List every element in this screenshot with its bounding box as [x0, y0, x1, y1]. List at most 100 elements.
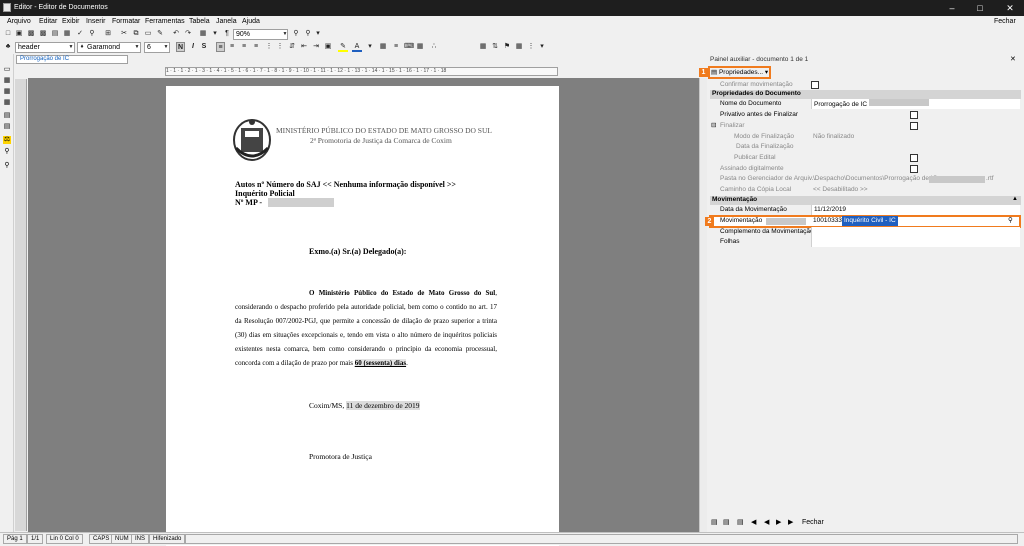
maximize-button[interactable]: □ [966, 0, 994, 16]
menu-ajuda[interactable]: Ajuda [242, 18, 260, 25]
cut-icon[interactable]: ✂ [120, 29, 128, 39]
redo-icon[interactable]: ↷ [184, 29, 192, 39]
signed-checkbox[interactable] [910, 165, 918, 173]
line-spacing-icon[interactable]: ⇵ [288, 42, 296, 52]
tool-icon[interactable]: ▦ [3, 88, 11, 96]
field-icon[interactable]: ⌨ [404, 42, 414, 52]
document-page[interactable]: MINISTÉRIO PÚBLICO DO ESTADO DE MATO GRO… [166, 86, 559, 546]
align-right-icon[interactable]: ≡ [240, 42, 248, 52]
close-window-button[interactable]: ✕ [996, 0, 1024, 16]
tool-icon[interactable]: ⚲ [3, 148, 11, 156]
undo-icon[interactable]: ↶ [172, 29, 180, 39]
first-page-icon[interactable]: ◀ [751, 517, 756, 528]
lines-icon[interactable]: ≡ [392, 42, 400, 52]
menu-ferramentas[interactable]: Ferramentas [145, 18, 185, 25]
menu-editar[interactable]: Editar [39, 18, 57, 25]
close-icon[interactable]: ✕ [1010, 55, 1016, 63]
zoom-in-icon[interactable]: ⚲ [292, 29, 300, 39]
complement-field[interactable] [811, 227, 1020, 237]
next-page-icon[interactable]: ▶ [776, 517, 781, 528]
panel-tool-icon[interactable]: ▤ [737, 517, 744, 528]
pin-icon[interactable]: ⚑ [503, 42, 511, 52]
pages-field[interactable] [811, 237, 1020, 247]
lock-icon[interactable]: ⚖ [3, 136, 11, 144]
merge-icon[interactable]: ⇅ [491, 42, 499, 52]
menu-janela[interactable]: Janela [216, 18, 237, 25]
font-color-icon[interactable]: A [352, 42, 362, 52]
columns-icon[interactable]: ▦ [379, 42, 387, 52]
bold-button[interactable]: N [176, 42, 185, 52]
format-painter-icon[interactable]: ✎ [156, 29, 164, 39]
copy-icon[interactable]: ⧉ [132, 29, 140, 39]
document-name-field[interactable]: Prorrogação de IC [811, 99, 1020, 109]
align-left-icon[interactable]: ≡ [216, 42, 225, 52]
move-value-selected[interactable]: Inquérito Civil - IC [842, 216, 898, 226]
expand-icon[interactable]: ⊟ [711, 121, 716, 131]
highlight-icon[interactable]: ✎ [338, 42, 348, 52]
more-icon[interactable]: ▾ [315, 29, 321, 39]
insert-icon[interactable]: ⊞ [104, 29, 112, 39]
move-date-field[interactable]: 11/12/2019 [811, 205, 1020, 215]
spellcheck-icon[interactable]: ✓ [76, 29, 84, 39]
last-page-icon[interactable]: ▶ [788, 517, 793, 528]
paragraph-style-box[interactable]: Prorrogação de IC [16, 55, 128, 64]
align-center-icon[interactable]: ≡ [228, 42, 236, 52]
horizontal-ruler[interactable]: 1 · 1 · 1 · 2 · 1 · 3 · 1 · 4 · 1 · 5 · … [165, 67, 558, 76]
chevron-down-icon[interactable]: ▾ [367, 42, 373, 52]
symbols-icon[interactable]: ∴ [430, 42, 438, 52]
menu-exibir[interactable]: Exibir [62, 18, 80, 25]
table-dropdown-icon[interactable]: ▾ [211, 29, 219, 39]
italic-button[interactable]: I [189, 42, 197, 52]
more-icon[interactable]: ▾ [539, 42, 545, 52]
tool-icon[interactable]: ▦ [3, 77, 11, 85]
confirm-move-checkbox[interactable] [811, 81, 819, 89]
justify-icon[interactable]: ≡ [252, 42, 260, 52]
table-icon[interactable]: ▦ [199, 29, 207, 39]
open-icon[interactable]: ▣ [15, 29, 23, 39]
collapse-icon[interactable]: ▲ [1012, 196, 1018, 202]
panel-close-button[interactable]: Fechar [802, 517, 824, 528]
document-scrollbar[interactable] [699, 78, 707, 532]
tool-icon[interactable]: ▤ [3, 112, 11, 120]
menu-tabela[interactable]: Tabela [189, 18, 210, 25]
numbering-icon[interactable]: ⋮ [276, 42, 284, 52]
pin-icon[interactable]: ⚲ [3, 162, 11, 170]
tool-icon[interactable]: ▭ [3, 66, 11, 74]
indent-icon[interactable]: ⇥ [312, 42, 320, 52]
close-document-link[interactable]: Fechar [994, 18, 1016, 25]
borders-icon[interactable]: ▣ [324, 42, 332, 52]
outdent-icon[interactable]: ⇤ [300, 42, 308, 52]
zoom-out-icon[interactable]: ⚲ [304, 29, 312, 39]
new-icon[interactable]: □ [4, 29, 12, 39]
minimize-button[interactable]: – [938, 0, 966, 16]
sections-icon[interactable]: ⋮ [527, 42, 535, 52]
grid-icon[interactable]: ▦ [515, 42, 523, 52]
private-checkbox[interactable] [910, 111, 918, 119]
print-preview-icon[interactable]: ▤ [51, 29, 59, 39]
tool-icon[interactable]: ▤ [3, 123, 11, 131]
properties-button[interactable]: ▤ Propriedades... ▾ [711, 68, 768, 76]
strike-button[interactable]: S [200, 42, 208, 52]
font-select[interactable]: Garamond [77, 42, 141, 53]
save-all-icon[interactable]: ▩ [39, 29, 47, 39]
print-icon[interactable]: ▦ [63, 29, 71, 39]
picture-icon[interactable]: ▦ [416, 42, 424, 52]
menu-arquivo[interactable]: Arquivo [7, 18, 31, 25]
find-icon[interactable]: ⚲ [88, 29, 96, 39]
save-icon[interactable]: ▩ [27, 29, 35, 39]
finalize-checkbox[interactable] [910, 122, 918, 130]
menu-inserir[interactable]: Inserir [86, 18, 105, 25]
menu-formatar[interactable]: Formatar [112, 18, 140, 25]
bullets-icon[interactable]: ⋮ [265, 42, 273, 52]
tool-icon[interactable]: ▦ [3, 99, 11, 107]
paste-icon[interactable]: ▭ [144, 29, 152, 39]
paragraph-marks-icon[interactable]: ¶ [223, 29, 231, 39]
prev-page-icon[interactable]: ◀ [764, 517, 769, 528]
fields-icon[interactable]: ▦ [479, 42, 487, 52]
edital-checkbox[interactable] [910, 154, 918, 162]
zoom-select[interactable]: 90% [233, 29, 288, 40]
panel-tool-icon[interactable]: ▤ [711, 517, 718, 528]
panel-tool-icon[interactable]: ▤ [723, 517, 730, 528]
style-select[interactable]: header [15, 42, 75, 53]
search-icon[interactable]: ⚲ [1008, 216, 1013, 226]
